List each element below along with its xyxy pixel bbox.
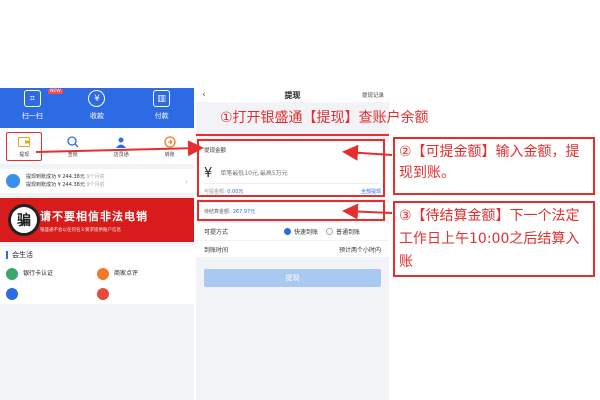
arrow-step2 bbox=[342, 144, 393, 161]
annotation-arrows bbox=[35, 140, 393, 220]
arrow-tile-to-screen bbox=[35, 140, 204, 157]
arrow-step3 bbox=[342, 203, 393, 220]
